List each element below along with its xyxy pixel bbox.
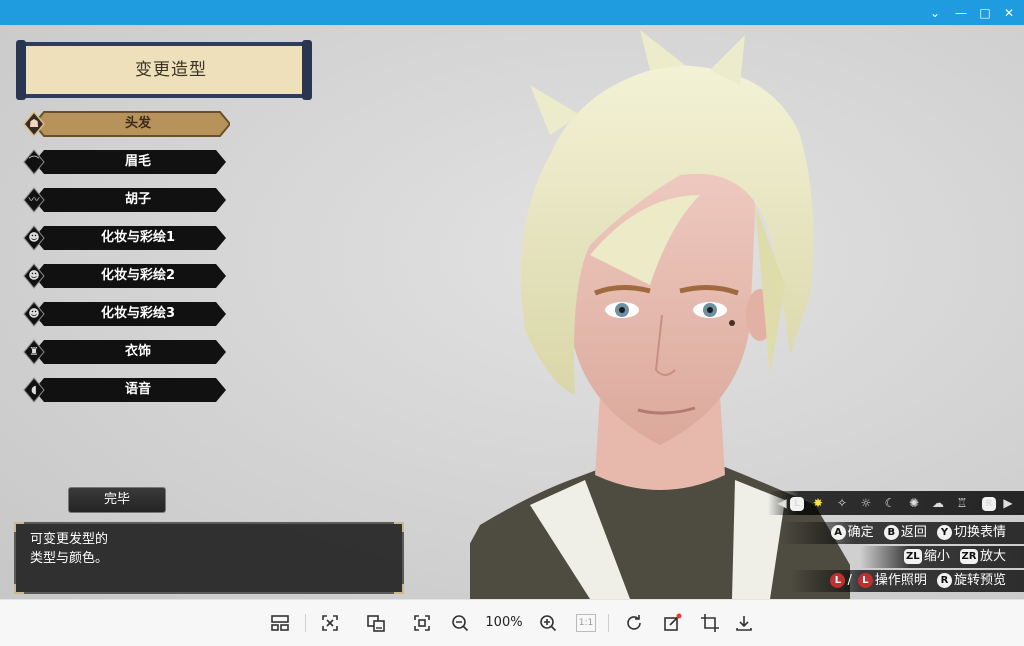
help-label: 缩小	[923, 549, 950, 564]
minimize-icon[interactable]: —	[952, 4, 970, 22]
menu-item-eyebrow[interactable]: ⌒ 眉毛	[20, 147, 230, 177]
menu-item-outfit[interactable]: ♜ 衣饰	[20, 337, 230, 367]
menu-item-label: 胡子	[124, 192, 151, 207]
close-icon[interactable]: ✕	[1000, 4, 1018, 22]
menu-item-voice[interactable]: ◖ 语音	[20, 375, 230, 405]
zl-button-glyph: ZL	[903, 549, 922, 564]
face-paint-icon: ☻	[28, 269, 40, 282]
help-separator: /	[847, 573, 852, 588]
light-icon[interactable]: ☼	[858, 491, 874, 515]
help-label: 操作照明	[874, 573, 927, 588]
left-stick-glyph: L	[830, 573, 846, 588]
zoom-in-icon[interactable]	[536, 611, 560, 635]
l-button-badge: L	[790, 496, 804, 511]
sun-icon[interactable]: ✸	[810, 491, 826, 515]
menu-item-facepaint-1[interactable]: ☻ 化妆与彩绘1	[20, 223, 230, 253]
left-stick-glyph: L	[857, 573, 873, 588]
arrow-left-icon[interactable]: ◀	[776, 491, 788, 515]
help-row-1: A 确定 B 返回 Y 切换表情	[825, 522, 1006, 544]
menu-item-label: 化妆与彩绘1	[100, 230, 176, 245]
description-text: 可变更发型的 类型与颜色。	[30, 532, 109, 566]
help-row-2: ZL 缩小 ZR 放大	[898, 546, 1006, 568]
menu-item-label: 眉毛	[124, 154, 151, 169]
edit-icon[interactable]	[660, 611, 684, 635]
menu-item-label: 头发	[124, 116, 151, 131]
help-label: 切换表情	[953, 525, 1006, 540]
download-icon[interactable]	[732, 611, 756, 635]
b-button-glyph: B	[883, 525, 899, 540]
cloud-icon[interactable]: ☁	[930, 491, 946, 515]
layout-icon[interactable]	[268, 611, 292, 635]
menu-item-label: 语音	[124, 382, 151, 397]
voice-icon: ◖	[31, 383, 37, 396]
zr-button-glyph: ZR	[959, 549, 978, 564]
moon-icon[interactable]: ☾	[882, 491, 898, 515]
frame-corner	[394, 522, 404, 532]
description-box: 可变更发型的 类型与颜色。	[14, 522, 404, 594]
menu-item-label: 化妆与彩绘2	[100, 268, 176, 283]
game-view: 变更造型 ☗ 头发 ⌒ 眉毛 〰 胡子 ☻ 化妆与彩绘1 ☻ 化妆与彩绘2 ☻ …	[0, 25, 1024, 599]
maximize-icon[interactable]: □	[976, 4, 994, 22]
panel-title-text: 变更造型	[135, 60, 207, 80]
actual-size-label: 1:1	[576, 614, 596, 632]
mustache-icon: 〰	[28, 193, 40, 206]
fit-screen-icon[interactable]	[318, 611, 342, 635]
panel-title: 变更造型	[16, 40, 312, 100]
actual-size-button[interactable]: 1:1	[574, 611, 598, 635]
done-button[interactable]: 完毕	[68, 487, 166, 513]
frame-corner	[14, 584, 24, 594]
help-label: 确定	[847, 525, 874, 540]
help-row-3: L / L 操作照明 R 旋转预览	[824, 570, 1006, 592]
menu-item-label: 衣饰	[124, 344, 151, 359]
help-label: 返回	[900, 525, 927, 540]
sparkle-icon[interactable]: ✧	[834, 491, 850, 515]
zoom-out-icon[interactable]	[448, 611, 472, 635]
rotate-icon[interactable]	[622, 611, 646, 635]
menu-item-label: 化妆与彩绘3	[100, 306, 176, 321]
toolbar-divider	[608, 614, 609, 632]
lighting-selector[interactable]: ◀ L ✸ ✧ ☼ ☾ ✺ ☁ ♖ R ▶	[768, 491, 1024, 515]
a-button-glyph: A	[830, 525, 846, 540]
outfit-icon: ♜	[29, 345, 39, 358]
zoom-level: 100%	[485, 615, 523, 630]
translate-icon[interactable]	[364, 611, 388, 635]
menu-item-hair[interactable]: ☗ 头发	[20, 109, 230, 139]
eyebrow-icon: ⌒	[28, 155, 40, 168]
fullscreen-icon[interactable]	[410, 611, 434, 635]
viewer-toolbar: 100% 1:1	[0, 599, 1024, 646]
r-button-badge: R	[982, 496, 996, 511]
face-paint-icon: ☻	[28, 307, 40, 320]
help-label: 旋转预览	[953, 573, 1006, 588]
hair-icon: ☗	[29, 117, 39, 130]
face-paint-icon: ☻	[28, 231, 40, 244]
y-button-glyph: Y	[936, 525, 952, 540]
tower-icon[interactable]: ♖	[954, 491, 970, 515]
help-label: 放大	[979, 549, 1006, 564]
menu-item-facepaint-3[interactable]: ☻ 化妆与彩绘3	[20, 299, 230, 329]
crop-icon[interactable]	[698, 611, 722, 635]
menu-item-mustache[interactable]: 〰 胡子	[20, 185, 230, 215]
frame-corner	[14, 522, 24, 532]
gear-light-icon[interactable]: ✺	[906, 491, 922, 515]
right-stick-glyph: R	[936, 573, 952, 588]
arrow-right-icon[interactable]: ▶	[1002, 491, 1014, 515]
chevron-down-icon[interactable]: ⌄	[926, 4, 944, 22]
title-bar: ⌄ — □ ✕	[0, 0, 1024, 25]
toolbar-divider	[305, 614, 306, 632]
frame-corner	[394, 584, 404, 594]
menu-item-facepaint-2[interactable]: ☻ 化妆与彩绘2	[20, 261, 230, 291]
